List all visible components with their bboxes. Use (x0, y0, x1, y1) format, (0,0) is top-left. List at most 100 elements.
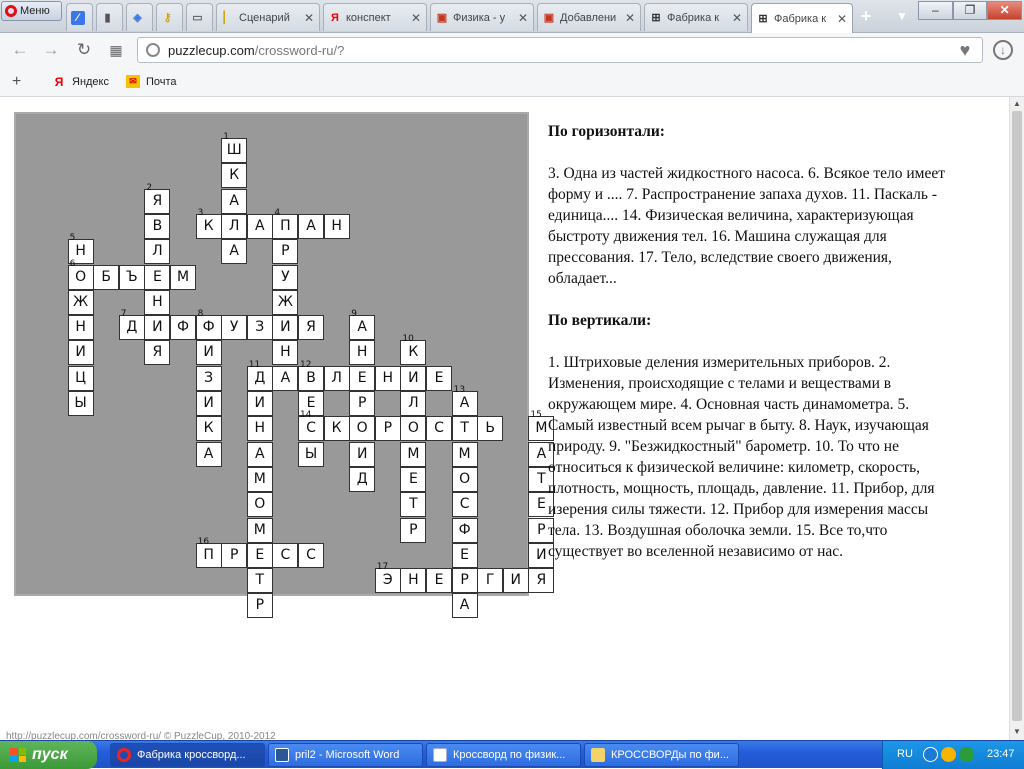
crossword-cell[interactable]: И (349, 441, 376, 467)
crossword-cell[interactable]: 14 С (298, 411, 324, 442)
tab-document[interactable]: ▮ (96, 3, 123, 31)
crossword-cell[interactable]: 16 П (195, 537, 222, 568)
crossword-cell[interactable]: И (195, 391, 222, 416)
crossword-cell[interactable]: 11 Д (246, 360, 273, 391)
download-icon[interactable]: ↓ (993, 40, 1013, 60)
crossword-cell[interactable]: А (246, 213, 273, 239)
task-opera[interactable]: Фабрика кроссворд... (110, 743, 265, 767)
crossword-cell[interactable]: Л (144, 239, 171, 265)
crossword-cell[interactable]: А (298, 213, 324, 239)
crossword-cell[interactable]: К (195, 416, 222, 442)
close-tab-icon[interactable]: ✕ (836, 12, 848, 26)
crossword-cell[interactable]: З (246, 315, 273, 341)
crossword-cell[interactable]: С (426, 416, 452, 442)
crossword-cell[interactable]: С (451, 492, 478, 518)
language-indicator[interactable]: RU (897, 748, 913, 760)
crossword-cell[interactable]: М (246, 466, 273, 492)
crossword-cell[interactable]: М (451, 441, 478, 467)
tray-app-icon[interactable] (959, 747, 974, 762)
crossword-cell[interactable]: Т (246, 568, 273, 594)
crossword-cell[interactable]: 7Д (118, 310, 145, 341)
crossword-cell[interactable]: Р (349, 391, 376, 416)
crossword-cell[interactable]: Б (93, 264, 120, 290)
tab-fabrika-active[interactable]: ⊞ Фабрика к ✕ (751, 3, 853, 33)
crossword-cell[interactable]: Р (246, 593, 273, 619)
crossword-cell[interactable]: А (246, 441, 273, 467)
crossword-cell[interactable]: Е (400, 466, 427, 492)
tab-compass[interactable]: ◈ (126, 3, 153, 31)
crossword-cell[interactable]: Г (477, 568, 504, 594)
crossword-cell[interactable]: М (170, 264, 196, 290)
tab-key[interactable]: ⚷ (156, 3, 183, 31)
crossword-cell[interactable]: Н (349, 340, 376, 366)
crossword-cell[interactable]: Н (374, 365, 401, 391)
tab-speed-dial[interactable]: ⁄ (66, 3, 93, 31)
opera-menu-button[interactable]: Меню (1, 1, 62, 21)
crossword-cell[interactable]: Ы (298, 441, 324, 467)
crossword-cell[interactable]: Т (451, 416, 478, 442)
crossword-cell[interactable]: Р (272, 239, 299, 265)
crossword-cell[interactable]: Я (298, 315, 324, 341)
crossword-cell[interactable]: Н (323, 213, 350, 239)
crossword-cell[interactable]: И (144, 315, 171, 341)
crossword-cell[interactable]: 3К (195, 208, 222, 239)
task-folder[interactable]: КРОССВОРДы по фи... (584, 743, 739, 767)
close-tab-icon[interactable]: ✕ (624, 11, 636, 25)
crossword-cell[interactable]: С (298, 542, 324, 568)
crossword-cell[interactable]: Т (400, 492, 427, 518)
crossword-cell[interactable]: Е (349, 365, 376, 391)
crossword-cell[interactable]: А (451, 593, 478, 619)
crossword-cell[interactable]: И (67, 340, 94, 366)
tray-app-icon[interactable] (941, 747, 956, 762)
crossword-cell[interactable]: Р (221, 542, 248, 568)
crossword-cell[interactable]: В (144, 213, 171, 239)
crossword-cell[interactable]: Ф (170, 315, 196, 341)
close-tab-icon[interactable]: ✕ (731, 11, 743, 25)
task-crossword[interactable]: Кроссворд по физик... (426, 743, 581, 767)
crossword-cell[interactable]: Ь (477, 416, 504, 442)
maximize-button[interactable]: ❐ (952, 1, 988, 20)
bookmark-yandex[interactable]: Я Яндекс (52, 75, 109, 89)
tab-dobavlenie[interactable]: ▣ Добавлени ✕ (537, 3, 641, 31)
crossword-cell[interactable]: У (272, 264, 299, 290)
start-button[interactable]: пуск (0, 741, 97, 769)
crossword-cell[interactable]: Р (451, 568, 478, 594)
crossword-cell[interactable]: И (246, 391, 273, 416)
crossword-cell[interactable]: О (246, 492, 273, 518)
crossword-cell[interactable]: З (195, 365, 222, 391)
crossword-cell[interactable]: Е (426, 568, 452, 594)
crossword-cell[interactable]: 6О (67, 259, 94, 290)
crossword-cell[interactable]: Л (323, 365, 350, 391)
crossword-cell[interactable]: И (272, 315, 299, 341)
crossword-cell[interactable]: А (272, 365, 299, 391)
crossword-cell[interactable]: А (195, 441, 222, 467)
close-tab-icon[interactable]: ✕ (410, 11, 422, 25)
crossword-cell[interactable]: С (272, 542, 299, 568)
add-bookmark-icon[interactable]: + (12, 73, 21, 91)
url-field[interactable]: puzzlecup.com/crossword-ru/? (137, 37, 983, 63)
crossword-cell[interactable]: 9А (349, 310, 376, 341)
crossword-cell[interactable]: О (349, 416, 376, 442)
crossword-cell[interactable]: А (221, 239, 248, 265)
tab-fizika[interactable]: ▣ Физика - у ✕ (430, 3, 534, 31)
new-tab-button[interactable]: + (856, 6, 876, 26)
crossword-cell[interactable]: Ц (67, 365, 94, 391)
crossword-cell[interactable]: Н (67, 315, 94, 341)
crossword-cell[interactable]: У (221, 315, 248, 341)
close-tab-icon[interactable]: ✕ (517, 11, 529, 25)
minimize-button[interactable]: – (918, 1, 953, 20)
tray-arrow-icon[interactable] (923, 747, 938, 762)
crossword-cell[interactable]: 17 Э (374, 563, 401, 594)
scrollbar-thumb[interactable] (1012, 111, 1022, 721)
close-window-button[interactable]: ✕ (987, 1, 1023, 20)
crossword-cell[interactable]: И (502, 568, 529, 594)
crossword-cell[interactable]: Н (144, 289, 171, 315)
crossword-cell[interactable]: И (400, 365, 427, 391)
site-info-icon[interactable] (146, 43, 160, 57)
crossword-cell[interactable]: Н (272, 340, 299, 366)
reload-button[interactable]: ↻ (73, 39, 95, 61)
crossword-cell[interactable]: Е (246, 542, 273, 568)
crossword-cell[interactable]: К (323, 416, 350, 442)
crossword-cell[interactable]: М (400, 441, 427, 467)
crossword-cell[interactable]: Л (400, 391, 427, 416)
